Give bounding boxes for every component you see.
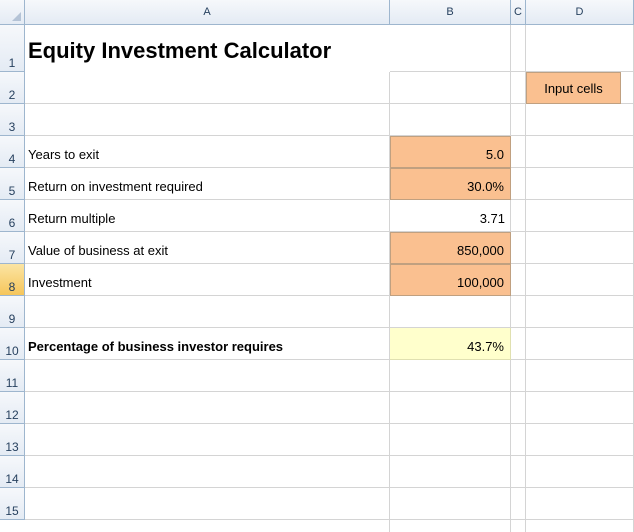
column-header-b[interactable]: B: [390, 0, 511, 25]
label-value-at-exit[interactable]: Value of business at exit: [25, 232, 390, 264]
value-return-multiple[interactable]: 3.71: [390, 200, 511, 232]
select-all-corner[interactable]: [0, 0, 25, 25]
row-header-15[interactable]: 15: [0, 488, 25, 520]
row-header-9[interactable]: 9: [0, 296, 25, 328]
row-header-1[interactable]: 1: [0, 25, 25, 72]
label-return-required[interactable]: Return on investment required: [25, 168, 390, 200]
row-header-12[interactable]: 12: [0, 392, 25, 424]
row-header-7[interactable]: 7: [0, 232, 25, 264]
input-return-required[interactable]: 30.0%: [390, 168, 511, 200]
input-years-to-exit[interactable]: 5.0: [390, 136, 511, 168]
label-percentage-required[interactable]: Percentage of business investor requires: [25, 328, 390, 360]
row-header-8[interactable]: 8: [0, 264, 25, 296]
page-title[interactable]: Equity Investment Calculator: [25, 25, 390, 72]
column-header-d[interactable]: D: [526, 0, 634, 25]
label-years-to-exit[interactable]: Years to exit: [25, 136, 390, 168]
row-header-14[interactable]: 14: [0, 456, 25, 488]
column-header-a[interactable]: A: [25, 0, 390, 25]
column-header-c[interactable]: C: [511, 0, 526, 25]
input-cells-legend[interactable]: Input cells: [526, 72, 621, 104]
input-value-at-exit[interactable]: 850,000: [390, 232, 511, 264]
label-return-multiple[interactable]: Return multiple: [25, 200, 390, 232]
input-investment[interactable]: 100,000: [390, 264, 511, 296]
row-header-10[interactable]: 10: [0, 328, 25, 360]
row-header-4[interactable]: 4: [0, 136, 25, 168]
label-investment[interactable]: Investment: [25, 264, 390, 296]
row-header-3[interactable]: 3: [0, 104, 25, 136]
row-header-6[interactable]: 6: [0, 200, 25, 232]
row-header-13[interactable]: 13: [0, 424, 25, 456]
row-header-5[interactable]: 5: [0, 168, 25, 200]
row-header-2[interactable]: 2: [0, 72, 25, 104]
spreadsheet-grid: A B C D 1 2 3 4 5 6 7 8 9 10 11 12 13 14…: [0, 0, 634, 532]
result-percentage-required[interactable]: 43.7%: [390, 328, 511, 360]
row-header-11[interactable]: 11: [0, 360, 25, 392]
select-all-icon: [12, 12, 21, 21]
